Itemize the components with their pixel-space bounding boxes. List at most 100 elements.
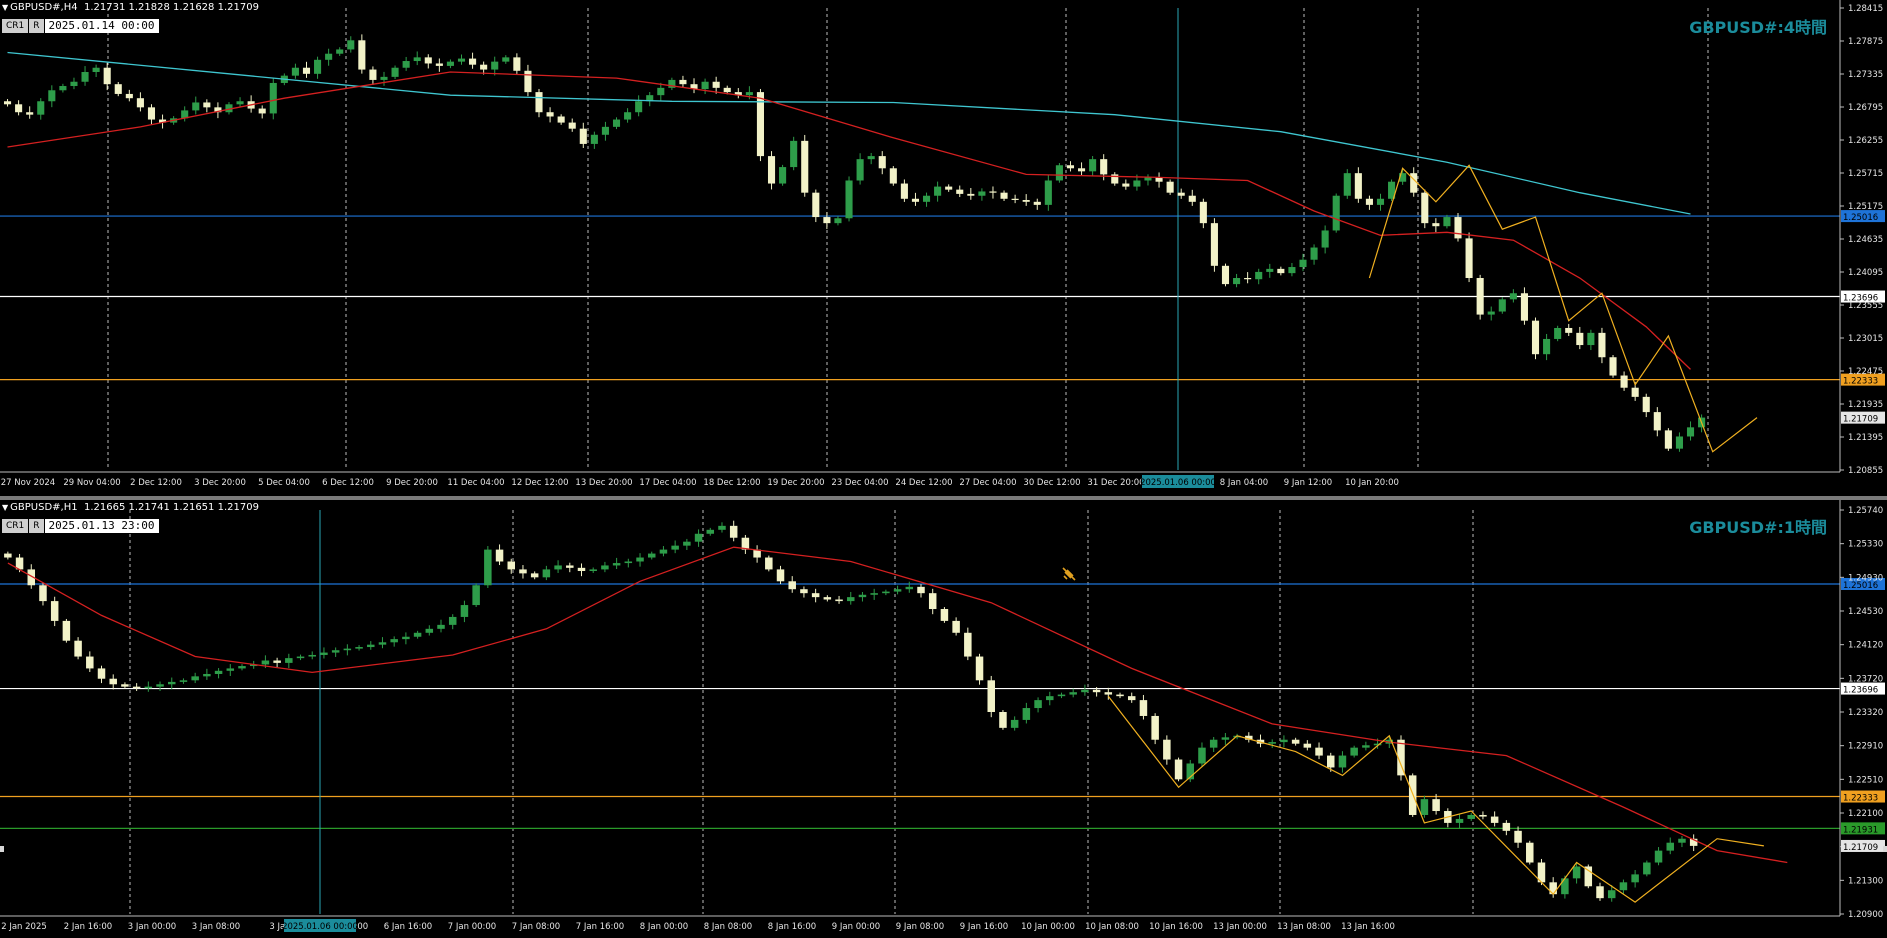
candle-body xyxy=(1163,739,1171,760)
time-tick-label: 27 Dec 04:00 xyxy=(959,478,1016,488)
price-line-label: 1.21931 xyxy=(1843,825,1878,835)
price-tick-label: 1.23720 xyxy=(1848,674,1883,684)
candle-body xyxy=(1479,814,1487,817)
time-tick-label: 13 Jan 16:00 xyxy=(1341,922,1395,932)
candle-body xyxy=(624,561,633,564)
candle-body xyxy=(847,597,855,602)
candle-body xyxy=(125,93,133,99)
h4-controls: CR1 R 2025.01.14 00:00 xyxy=(2,19,159,33)
candle-body xyxy=(1046,696,1054,701)
time-tick-label: 9 Jan 16:00 xyxy=(960,922,1008,932)
candle-body xyxy=(956,189,964,194)
candle-body xyxy=(1188,195,1196,202)
candle-body xyxy=(97,668,106,679)
candle-body xyxy=(331,650,340,653)
time-tick-label: 30 Dec 12:00 xyxy=(1023,478,1080,488)
candle-body xyxy=(484,549,492,586)
time-tick-label: 9 Dec 20:00 xyxy=(386,478,438,488)
candle-body xyxy=(601,565,609,570)
h1-price-chart[interactable]: 1.250161.236961.223331.219311.257401.253… xyxy=(0,500,1887,938)
time-tick-label: 19 Dec 20:00 xyxy=(767,478,824,488)
candle-body xyxy=(542,569,551,578)
time-tick-label: 3 Jan 00:00 xyxy=(128,922,176,932)
price-tick-label: 1.20900 xyxy=(1848,910,1883,920)
candle-body xyxy=(967,193,975,196)
time-tick-label: 3 Dec 20:00 xyxy=(194,478,246,488)
candle-body xyxy=(448,616,457,625)
cr1-button[interactable]: CR1 xyxy=(2,19,29,33)
candle-body xyxy=(156,684,164,687)
scroll-handle-right-icon[interactable] xyxy=(1883,846,1887,852)
candle-body xyxy=(136,98,144,108)
candle-body xyxy=(1365,198,1373,205)
candle-body xyxy=(1244,278,1252,280)
candle-body xyxy=(577,567,586,571)
candle-body xyxy=(647,553,656,558)
crosshair-time-label: 2025.01.06 00:00 xyxy=(1140,478,1216,488)
candle-body xyxy=(1619,882,1628,891)
r-button[interactable]: R xyxy=(29,19,44,33)
candle-body xyxy=(1350,747,1358,756)
candle-body xyxy=(1133,180,1141,187)
candle-body xyxy=(238,666,246,669)
candle-body xyxy=(302,67,311,74)
candle-body xyxy=(1321,230,1329,248)
candle-body xyxy=(1078,168,1086,172)
candle-body xyxy=(546,112,554,117)
time-tick-label: 8 Jan 08:00 xyxy=(704,922,752,932)
candle-body xyxy=(1520,293,1528,321)
candle-body xyxy=(1362,745,1370,748)
candle-body xyxy=(790,140,798,168)
candle-body xyxy=(1010,719,1019,728)
candle-body xyxy=(1421,192,1429,224)
candle-body xyxy=(823,597,832,600)
scroll-handle-left-icon[interactable] xyxy=(0,846,4,852)
candle-body xyxy=(823,217,831,224)
candle-body xyxy=(203,673,211,677)
candle-body xyxy=(369,69,377,80)
h1-watermark: GBPUSD#:1時間 xyxy=(1689,518,1827,537)
candle-body xyxy=(1081,689,1089,693)
price-tick-label: 1.26795 xyxy=(1848,103,1883,113)
collapse-triangle-icon[interactable]: ▼ xyxy=(2,503,8,512)
candle-body xyxy=(835,599,843,602)
h4-price-chart[interactable]: 1.250161.236961.223331.284151.278751.273… xyxy=(0,0,1887,496)
candle-body xyxy=(26,112,34,115)
price-tick-label: 1.22475 xyxy=(1848,367,1883,377)
time-tick-label: 10 Jan 20:00 xyxy=(1345,478,1399,488)
h4-chart-pane[interactable]: 1.25016 1.23696 1.22333 1.28415 1.27875 1.273… xyxy=(0,0,1887,496)
h1-chart-header: ▼ GBPUSD#,H1 1.21665 1.21741 1.21651 1.21… xyxy=(2,502,259,513)
candle-body xyxy=(261,660,270,665)
candle-body xyxy=(1022,708,1031,720)
candle-body xyxy=(1509,293,1517,300)
candle-body xyxy=(917,586,925,594)
r-button[interactable]: R xyxy=(29,519,44,533)
cr1-button[interactable]: CR1 xyxy=(2,519,29,533)
candle-body xyxy=(745,92,753,96)
candle-body xyxy=(978,191,986,196)
h4-cursor-time: 2025.01.14 00:00 xyxy=(44,19,159,33)
candle-body xyxy=(856,159,864,181)
time-tick-label: 7 Jan 16:00 xyxy=(576,922,624,932)
candle-body xyxy=(1034,700,1042,709)
candle-body xyxy=(911,198,920,202)
candle-body xyxy=(1151,715,1159,740)
price-tick-label: 1.24095 xyxy=(1848,268,1883,278)
collapse-triangle-icon[interactable]: ▼ xyxy=(2,3,8,12)
candle-body xyxy=(1166,181,1174,193)
candle-body xyxy=(889,168,897,184)
time-tick-label: 8 Jan 16:00 xyxy=(768,922,816,932)
candle-body xyxy=(132,686,141,689)
candle-body xyxy=(635,101,643,113)
price-tick-label: 1.22100 xyxy=(1848,809,1883,819)
candle-body xyxy=(1410,173,1418,193)
candle-body xyxy=(712,81,720,88)
candle-body xyxy=(424,57,432,64)
candle-body xyxy=(723,87,731,93)
candle-body xyxy=(893,589,902,592)
candle-body xyxy=(179,680,188,682)
candle-body xyxy=(1631,874,1639,883)
h1-chart-pane[interactable]: 1.25016 1.23696 1.22333 1.21931 1.25740 1.253… xyxy=(0,500,1887,938)
candle-body xyxy=(62,620,71,641)
candle-body xyxy=(1654,850,1663,863)
